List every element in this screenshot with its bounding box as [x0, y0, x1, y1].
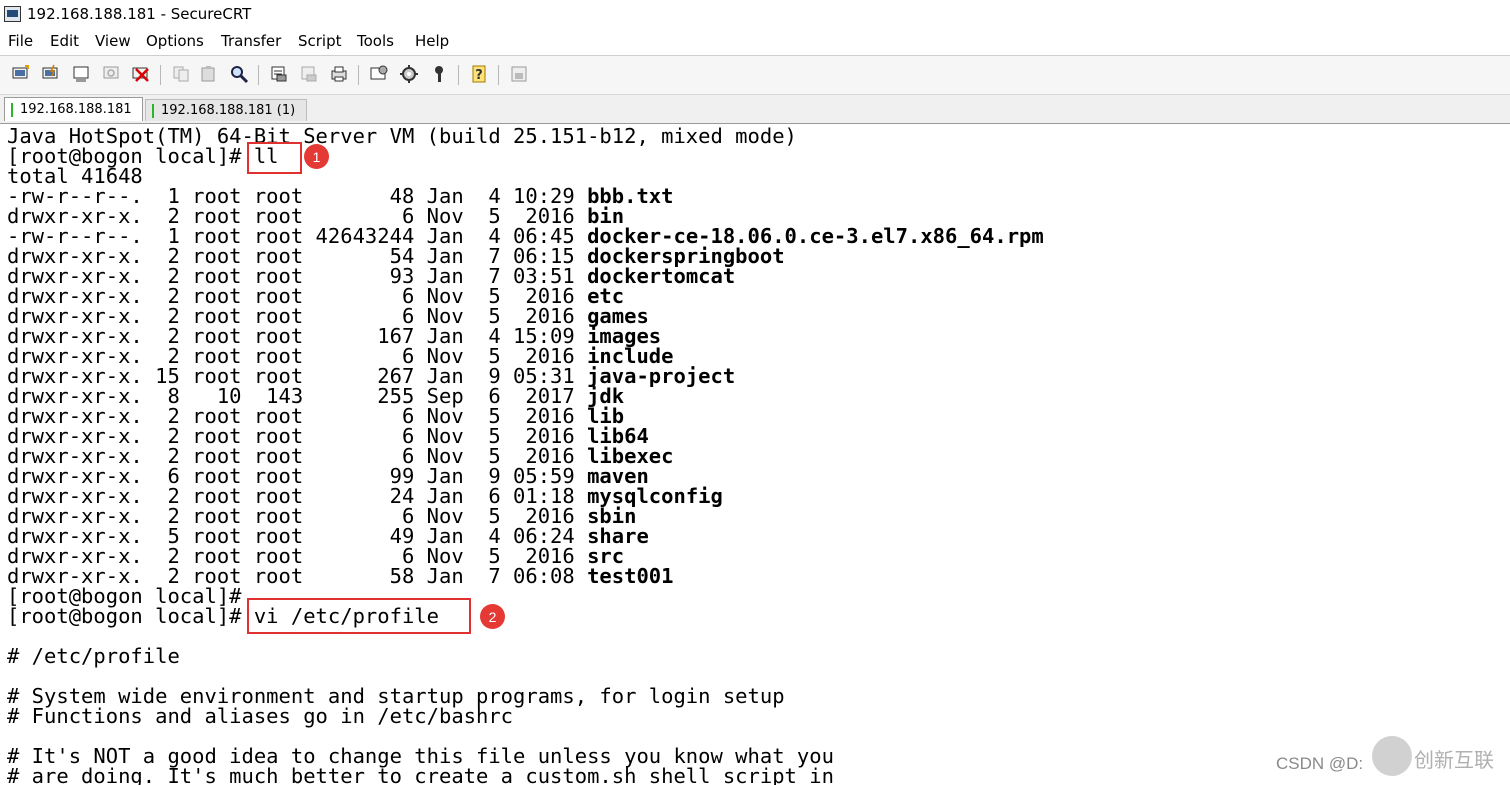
- menu-bar: File Edit View Options Transfer Script T…: [0, 28, 1510, 54]
- listing-row: drwxr-xr-x. 2 root root 6 Nov 5 2016 lib: [7, 406, 624, 427]
- listing-row: drwxr-xr-x. 2 root root 58 Jan 7 06:08 t…: [7, 564, 674, 588]
- connect-icon[interactable]: [10, 63, 32, 85]
- step-badge-2: 2: [480, 604, 505, 629]
- session-options-icon[interactable]: [368, 63, 390, 85]
- tab-session-1[interactable]: 192.168.188.181: [4, 97, 143, 121]
- menu-transfer[interactable]: Transfer: [221, 32, 281, 50]
- vi-line: # are doing. It's much better to create …: [7, 764, 834, 785]
- terminal-line: total 41648: [7, 164, 143, 188]
- listing-row: drwxr-xr-x. 2 root root 24 Jan 6 01:18 m…: [7, 486, 723, 507]
- connected-indicator-icon: [152, 103, 154, 118]
- listing-row: drwxr-xr-x. 2 root root 167 Jan 4 15:09 …: [7, 326, 661, 347]
- brand-watermark: 创新互联: [1414, 748, 1494, 772]
- menu-file[interactable]: File: [8, 32, 33, 50]
- listing-row: drwxr-xr-x. 2 root root 6 Nov 5 2016 gam…: [7, 306, 649, 327]
- reconnect-icon[interactable]: [100, 63, 122, 85]
- listing-row: drwxr-xr-x. 2 root root 93 Jan 7 03:51 d…: [7, 266, 735, 287]
- terminal-line: [root@bogon local]#: [7, 584, 242, 608]
- menu-help[interactable]: Help: [415, 32, 449, 50]
- vi-line: # /etc/profile: [7, 644, 180, 668]
- listing-row: drwxr-xr-x. 5 root root 49 Jan 4 06:24 s…: [7, 526, 649, 547]
- listing-row: drwxr-xr-x. 2 root root 6 Nov 5 2016 lib…: [7, 446, 673, 467]
- print-icon[interactable]: [268, 63, 290, 85]
- shell-prompt: [root@bogon local]#: [7, 604, 242, 628]
- connected-indicator-icon: [11, 102, 13, 117]
- vi-line: # Functions and aliases go in /etc/bashr…: [7, 704, 514, 728]
- keymap-icon[interactable]: [428, 63, 450, 85]
- tab-label: 192.168.188.181: [20, 102, 132, 117]
- toolbar-separator: [498, 65, 499, 85]
- listing-row: drwxr-xr-x. 2 root root 6 Nov 5 2016 etc: [7, 286, 624, 307]
- svg-text:?: ?: [475, 68, 483, 83]
- toolbar-separator: [258, 65, 259, 85]
- listing-row: drwxr-xr-x. 2 root root 6 Nov 5 2016 bin: [7, 206, 624, 227]
- tab-session-2[interactable]: 192.168.188.181 (1): [145, 99, 307, 121]
- title-bar: 192.168.188.181 - SecureCRT: [0, 0, 1510, 28]
- menu-options[interactable]: Options: [146, 32, 204, 50]
- file-name: test001: [587, 564, 674, 588]
- brand-logo-icon: [1372, 736, 1412, 776]
- print-setup-icon[interactable]: [328, 63, 350, 85]
- listing-row: drwxr-xr-x. 2 root root 6 Nov 5 2016 inc…: [7, 346, 673, 367]
- terminal-line: Java HotSpot(TM) 64-Bit Server VM (build…: [7, 124, 797, 148]
- listing-row: drwxr-xr-x. 6 root root 99 Jan 9 05:59 m…: [7, 466, 649, 487]
- connect-tab-icon[interactable]: [70, 63, 92, 85]
- listing-row: drwxr-xr-x. 2 root root 6 Nov 5 2016 sbi…: [7, 506, 636, 527]
- menu-tools[interactable]: Tools: [357, 32, 394, 50]
- toolbar-separator: [358, 65, 359, 85]
- listing-row: -rw-r--r--. 1 root root 48 Jan 4 10:29 b…: [7, 186, 673, 207]
- listing-row: drwxr-xr-x. 2 root root 6 Nov 5 2016 src: [7, 546, 624, 567]
- csdn-watermark: CSDN @D:: [1276, 754, 1364, 773]
- vi-line: # It's NOT a good idea to change this fi…: [7, 744, 834, 768]
- window-title: 192.168.188.181 - SecureCRT: [27, 5, 252, 23]
- highlight-box-vi: [247, 598, 471, 634]
- menu-edit[interactable]: Edit: [50, 32, 79, 50]
- menu-script[interactable]: Script: [298, 32, 342, 50]
- global-options-icon[interactable]: [398, 63, 420, 85]
- find-icon[interactable]: [228, 63, 250, 85]
- sftp-icon[interactable]: [508, 63, 530, 85]
- disconnect-icon[interactable]: [130, 63, 152, 85]
- terminal-line: [root@bogon local]# ll: [7, 146, 279, 167]
- print-selection-icon[interactable]: [298, 63, 320, 85]
- securecrt-app-icon[interactable]: [4, 6, 21, 22]
- highlight-box-ll: [247, 142, 302, 174]
- listing-row: drwxr-xr-x. 15 root root 267 Jan 9 05:31…: [7, 366, 735, 387]
- listing-row: -rw-r--r--. 1 root root 42643244 Jan 4 0…: [7, 226, 1044, 247]
- toolbar-separator: [458, 65, 459, 85]
- tab-label: 192.168.188.181 (1): [161, 103, 296, 118]
- toolbar: ?: [0, 55, 1510, 95]
- listing-row: drwxr-xr-x. 2 root root 6 Nov 5 2016 lib…: [7, 426, 649, 447]
- step-badge-1: 1: [304, 144, 329, 169]
- listing-row: drwxr-xr-x. 2 root root 54 Jan 7 06:15 d…: [7, 246, 785, 267]
- toolbar-separator: [160, 65, 161, 85]
- copy-icon[interactable]: [170, 63, 192, 85]
- terminal-area[interactable]: Java HotSpot(TM) 64-Bit Server VM (build…: [0, 124, 1510, 785]
- session-tab-bar: 192.168.188.181 192.168.188.181 (1): [0, 95, 1510, 124]
- vi-line: # System wide environment and startup pr…: [7, 684, 785, 708]
- quick-connect-icon[interactable]: [40, 63, 62, 85]
- help-icon[interactable]: ?: [468, 63, 490, 85]
- listing-row: drwxr-xr-x. 8 10 143 255 Sep 6 2017 jdk: [7, 386, 624, 407]
- paste-icon[interactable]: [198, 63, 220, 85]
- menu-view[interactable]: View: [95, 32, 131, 50]
